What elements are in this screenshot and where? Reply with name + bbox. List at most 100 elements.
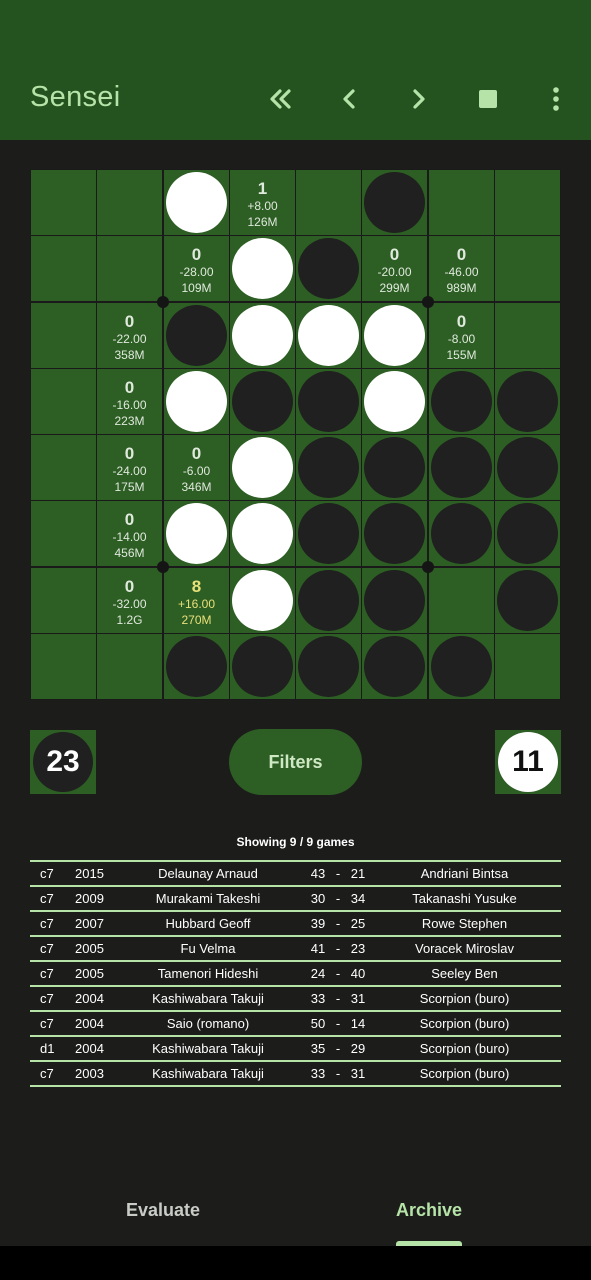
board-square[interactable]: 0 -16.00 223M [97, 369, 162, 434]
board-square[interactable]: 0 -28.00 109M [164, 236, 229, 301]
board-square[interactable] [164, 634, 229, 699]
board-square[interactable] [31, 501, 96, 566]
board-square[interactable] [164, 369, 229, 434]
stop-button[interactable] [466, 77, 510, 121]
board-star-point [157, 296, 169, 308]
board-square[interactable] [296, 634, 361, 699]
board-square[interactable] [429, 435, 494, 500]
board-square[interactable] [495, 170, 560, 235]
game-row[interactable]: c7 2003 Kashiwabara Takuji 33-31 Scorpion (b… [30, 1062, 561, 1087]
white-disc [364, 371, 425, 432]
board-square[interactable] [164, 303, 229, 368]
board-square[interactable]: 0 -20.00 299M [362, 236, 427, 301]
move-evaluation: 0 -22.00 358M [97, 303, 162, 368]
board-square[interactable] [495, 369, 560, 434]
score-separator: - [335, 1066, 341, 1081]
board-square[interactable] [362, 501, 427, 566]
eval-move-label: 1 [257, 179, 268, 198]
board-square[interactable]: 0 -32.00 1.2G [97, 568, 162, 633]
board-square[interactable] [31, 435, 96, 500]
board-square[interactable] [230, 435, 295, 500]
board-square[interactable] [362, 369, 427, 434]
board-square[interactable] [362, 568, 427, 633]
move-evaluation: 0 -20.00 299M [362, 236, 427, 301]
game-row[interactable]: c7 2015 Delaunay Arnaud 43-21 Andriani Bints… [30, 862, 561, 887]
board-square[interactable] [31, 170, 96, 235]
game-row[interactable]: c7 2004 Kashiwabara Takuji 33-31 Scorpion (b… [30, 987, 561, 1012]
board-square[interactable]: 0 -24.00 175M [97, 435, 162, 500]
board-square[interactable] [296, 303, 361, 368]
board-square[interactable] [495, 501, 560, 566]
board-square[interactable]: 0 -46.00 989M [429, 236, 494, 301]
board-square[interactable] [230, 236, 295, 301]
black-disc [431, 503, 492, 564]
board-square[interactable] [362, 170, 427, 235]
board-square[interactable] [429, 369, 494, 434]
board-square[interactable] [296, 568, 361, 633]
game-row[interactable]: c7 2005 Tamenori Hideshi 24-40 Seeley Ben [30, 962, 561, 987]
board-square[interactable] [230, 369, 295, 434]
game-row[interactable]: c7 2009 Murakami Takeshi 30-34 Takanashi Yus… [30, 887, 561, 912]
board-square[interactable] [495, 568, 560, 633]
board-square[interactable] [429, 501, 494, 566]
board-star-point [422, 561, 434, 573]
board-square[interactable] [97, 236, 162, 301]
game-move: c7 [40, 941, 54, 956]
board-square[interactable] [31, 236, 96, 301]
board-square[interactable]: 8 +16.00 270M [164, 568, 229, 633]
game-row[interactable]: d1 2004 Kashiwabara Takuji 35-29 Scorpion (b… [30, 1037, 561, 1062]
board-square[interactable] [296, 236, 361, 301]
tab-evaluate[interactable]: Evaluate [126, 1200, 200, 1221]
black-player: Delaunay Arnaud [158, 866, 258, 881]
board-square[interactable] [296, 369, 361, 434]
board-square[interactable] [296, 501, 361, 566]
board-square[interactable]: 0 -22.00 358M [97, 303, 162, 368]
eval-move-label: 0 [389, 245, 400, 264]
game-row[interactable]: c7 2007 Hubbard Geoff 39-25 Rowe Stephen [30, 912, 561, 937]
board-square[interactable] [230, 568, 295, 633]
board-square[interactable] [230, 501, 295, 566]
board-square[interactable]: 0 -14.00 456M [97, 501, 162, 566]
board-square[interactable] [97, 170, 162, 235]
game-year: 2005 [75, 941, 104, 956]
board-square[interactable]: 1 +8.00 126M [230, 170, 295, 235]
board-square[interactable] [362, 303, 427, 368]
board-square[interactable] [296, 435, 361, 500]
board-square[interactable] [495, 303, 560, 368]
board-square[interactable]: 0 -8.00 155M [429, 303, 494, 368]
board-square[interactable] [429, 568, 494, 633]
black-disc [364, 503, 425, 564]
black-player: Kashiwabara Takuji [152, 1066, 264, 1081]
board-square[interactable] [164, 170, 229, 235]
board-square[interactable] [429, 170, 494, 235]
next-move-button[interactable] [397, 77, 441, 121]
board-square[interactable] [97, 634, 162, 699]
black-player: Fu Velma [180, 941, 236, 956]
eval-nodes: 346M [181, 480, 212, 494]
board-square[interactable] [362, 435, 427, 500]
board-square[interactable] [31, 568, 96, 633]
board-square[interactable] [296, 170, 361, 235]
board-square[interactable] [495, 634, 560, 699]
first-move-button[interactable] [259, 77, 303, 121]
board-square[interactable]: 0 -6.00 346M [164, 435, 229, 500]
board-square[interactable] [495, 435, 560, 500]
board-square[interactable] [31, 369, 96, 434]
more-options-button[interactable] [534, 77, 578, 121]
game-row[interactable]: c7 2005 Fu Velma 41-23 Voracek Miroslav [30, 937, 561, 962]
board-square[interactable] [429, 634, 494, 699]
previous-move-button[interactable] [327, 77, 371, 121]
board-square[interactable] [230, 634, 295, 699]
board-square[interactable] [31, 634, 96, 699]
white-disc [232, 570, 293, 631]
eval-move-label: 0 [456, 245, 467, 264]
bottom-navigation: Evaluate Archive [0, 1190, 591, 1246]
game-row[interactable]: c7 2004 Saio (romano) 50-14 Scorpion (buro) [30, 1012, 561, 1037]
board-square[interactable] [230, 303, 295, 368]
board-square[interactable] [164, 501, 229, 566]
board-square[interactable] [495, 236, 560, 301]
board-square[interactable] [362, 634, 427, 699]
board-square[interactable] [31, 303, 96, 368]
tab-archive[interactable]: Archive [396, 1200, 462, 1221]
filters-button[interactable]: Filters [229, 729, 362, 795]
